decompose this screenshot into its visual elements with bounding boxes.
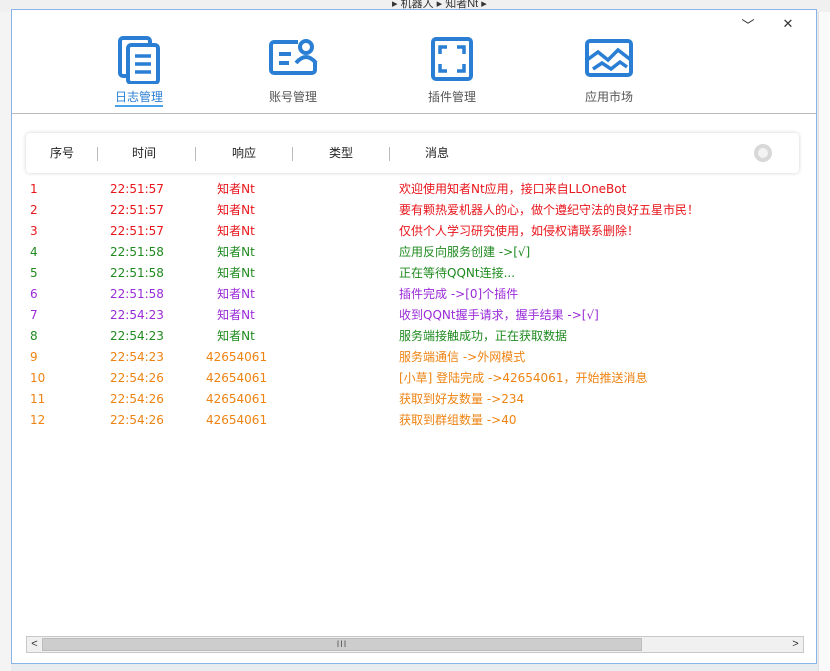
log-index: 7	[30, 308, 38, 322]
column-header-message[interactable]: 消息	[415, 133, 459, 173]
log-message: 应用反向服务创建 ->[√]	[399, 245, 531, 259]
log-message: 仅供个人学习研究使用，如侵权请联系删除！	[399, 224, 640, 238]
log-index: 10	[30, 371, 46, 385]
log-response: 知者Nt	[217, 287, 255, 301]
nav-label-plugin-management: 插件管理	[427, 90, 476, 104]
log-row[interactable]: 5 22:51:58 知者Nt 正在等待QQNt连接...	[12, 263, 816, 284]
log-index: 6	[30, 287, 38, 301]
background-right-edge	[818, 12, 830, 671]
log-time: 22:51:58	[110, 245, 164, 259]
log-response: 知者Nt	[217, 224, 255, 238]
log-time: 22:54:26	[110, 371, 164, 385]
log-row[interactable]: 12 22:54:26 42654061 获取到群组数量 ->40	[12, 410, 816, 431]
log-response: 知者Nt	[217, 308, 255, 322]
log-index: 4	[30, 245, 38, 259]
column-separator	[195, 147, 196, 161]
log-row[interactable]: 11 22:54:26 42654061 获取到好友数量 ->234	[12, 389, 816, 410]
log-row[interactable]: 3 22:51:57 知者Nt 仅供个人学习研究使用，如侵权请联系删除！	[12, 221, 816, 242]
log-response: 42654061	[206, 413, 268, 427]
log-index: 3	[30, 224, 38, 238]
nav-divider	[12, 113, 816, 114]
log-row[interactable]: 9 22:54:23 42654061 服务端通信 ->外网模式	[12, 347, 816, 368]
document-icon	[117, 36, 161, 87]
app-window: ﹀ ✕ 日志管理 账号管理 插件管理 应用市场 序号 时间 响应 类型 消息 1…	[11, 9, 817, 664]
log-row[interactable]: 8 22:54:23 知者Nt 服务端接触成功，正在获取数据	[12, 326, 816, 347]
log-time: 22:54:26	[110, 392, 164, 406]
log-time: 22:54:26	[110, 413, 164, 427]
top-nav: 日志管理 账号管理 插件管理 应用市场	[12, 32, 816, 116]
log-row[interactable]: 2 22:51:57 知者Nt 要有颗热爱机器人的心，做个遵纪守法的良好五星市民！	[12, 200, 816, 221]
log-message: 插件完成 ->[0]个插件	[399, 287, 519, 301]
active-tab-underline	[115, 105, 163, 107]
log-time: 22:51:57	[110, 224, 164, 238]
log-response: 知者Nt	[217, 182, 255, 196]
log-row[interactable]: 6 22:51:58 知者Nt 插件完成 ->[0]个插件	[12, 284, 816, 305]
nav-item-app-market[interactable]: 应用市场	[559, 32, 659, 116]
log-response: 42654061	[206, 392, 268, 406]
log-time: 22:51:57	[110, 182, 164, 196]
image-icon	[584, 36, 634, 83]
log-time: 22:51:58	[110, 287, 164, 301]
column-header-type[interactable]: 类型	[319, 133, 363, 173]
log-time: 22:51:57	[110, 203, 164, 217]
log-index: 2	[30, 203, 38, 217]
nav-label-app-market: 应用市场	[584, 90, 633, 104]
nav-item-log-management[interactable]: 日志管理	[89, 32, 189, 116]
log-row[interactable]: 7 22:54:23 知者Nt 收到QQNt握手请求，握手结果 ->[√]	[12, 305, 816, 326]
background-left-edge	[0, 12, 11, 671]
log-message: 收到QQNt握手请求，握手结果 ->[√]	[399, 308, 599, 322]
fullscreen-icon	[430, 36, 474, 85]
log-index: 9	[30, 350, 38, 364]
nav-label-log-management: 日志管理	[114, 90, 163, 104]
log-response: 42654061	[206, 350, 268, 364]
log-response: 知者Nt	[217, 203, 255, 217]
nav-item-account-management[interactable]: 账号管理	[243, 32, 343, 116]
log-row[interactable]: 4 22:51:58 知者Nt 应用反向服务创建 ->[√]	[12, 242, 816, 263]
log-time: 22:51:58	[110, 266, 164, 280]
log-message: 正在等待QQNt连接...	[399, 266, 516, 280]
column-header-time[interactable]: 时间	[122, 133, 166, 173]
log-list: 1 22:51:57 知者Nt 欢迎使用知者Nt应用，接口来自LLOneBot 2 22:…	[12, 179, 816, 431]
log-response: 42654061	[206, 371, 268, 385]
column-settings-icon[interactable]	[754, 144, 772, 162]
log-response: 知者Nt	[217, 245, 255, 259]
scroll-right-arrow-icon[interactable]: >	[788, 637, 803, 652]
nav-item-plugin-management[interactable]: 插件管理	[402, 32, 502, 116]
log-time: 22:54:23	[110, 308, 164, 322]
log-message: 服务端接触成功，正在获取数据	[399, 329, 568, 343]
column-separator	[292, 147, 293, 161]
log-message: 欢迎使用知者Nt应用，接口来自LLOneBot	[399, 182, 627, 196]
log-index: 1	[30, 182, 38, 196]
horizontal-scrollbar[interactable]: < III >	[26, 636, 804, 653]
log-row[interactable]: 10 22:54:26 42654061 [小草] 登陆完成 ->42654061，开…	[12, 368, 816, 389]
log-response: 知者Nt	[217, 329, 255, 343]
log-message: [小草] 登陆完成 ->42654061，开始推送消息	[399, 371, 648, 385]
account-card-icon	[268, 36, 318, 83]
column-header-index[interactable]: 序号	[40, 133, 84, 173]
log-message: 服务端通信 ->外网模式	[399, 350, 526, 364]
log-message: 要有颗热爱机器人的心，做个遵纪守法的良好五星市民！	[399, 203, 700, 217]
log-index: 12	[30, 413, 46, 427]
nav-label-account-management: 账号管理	[268, 90, 317, 104]
log-time: 22:54:23	[110, 350, 164, 364]
log-index: 5	[30, 266, 38, 280]
scrollbar-grip-icon: III	[336, 639, 348, 649]
column-separator	[97, 147, 98, 161]
column-separator	[389, 147, 390, 161]
scroll-left-arrow-icon[interactable]: <	[27, 637, 42, 652]
log-index: 11	[30, 392, 46, 406]
log-response: 知者Nt	[217, 266, 255, 280]
log-index: 8	[30, 329, 38, 343]
log-message: 获取到好友数量 ->234	[399, 392, 525, 406]
column-header-response[interactable]: 响应	[222, 133, 266, 173]
log-row[interactable]: 1 22:51:57 知者Nt 欢迎使用知者Nt应用，接口来自LLOneBot	[12, 179, 816, 200]
log-time: 22:54:23	[110, 329, 164, 343]
log-table-header: 序号 时间 响应 类型 消息	[26, 133, 799, 173]
log-message: 获取到群组数量 ->40	[399, 413, 517, 427]
scrollbar-thumb[interactable]: III	[42, 638, 642, 651]
